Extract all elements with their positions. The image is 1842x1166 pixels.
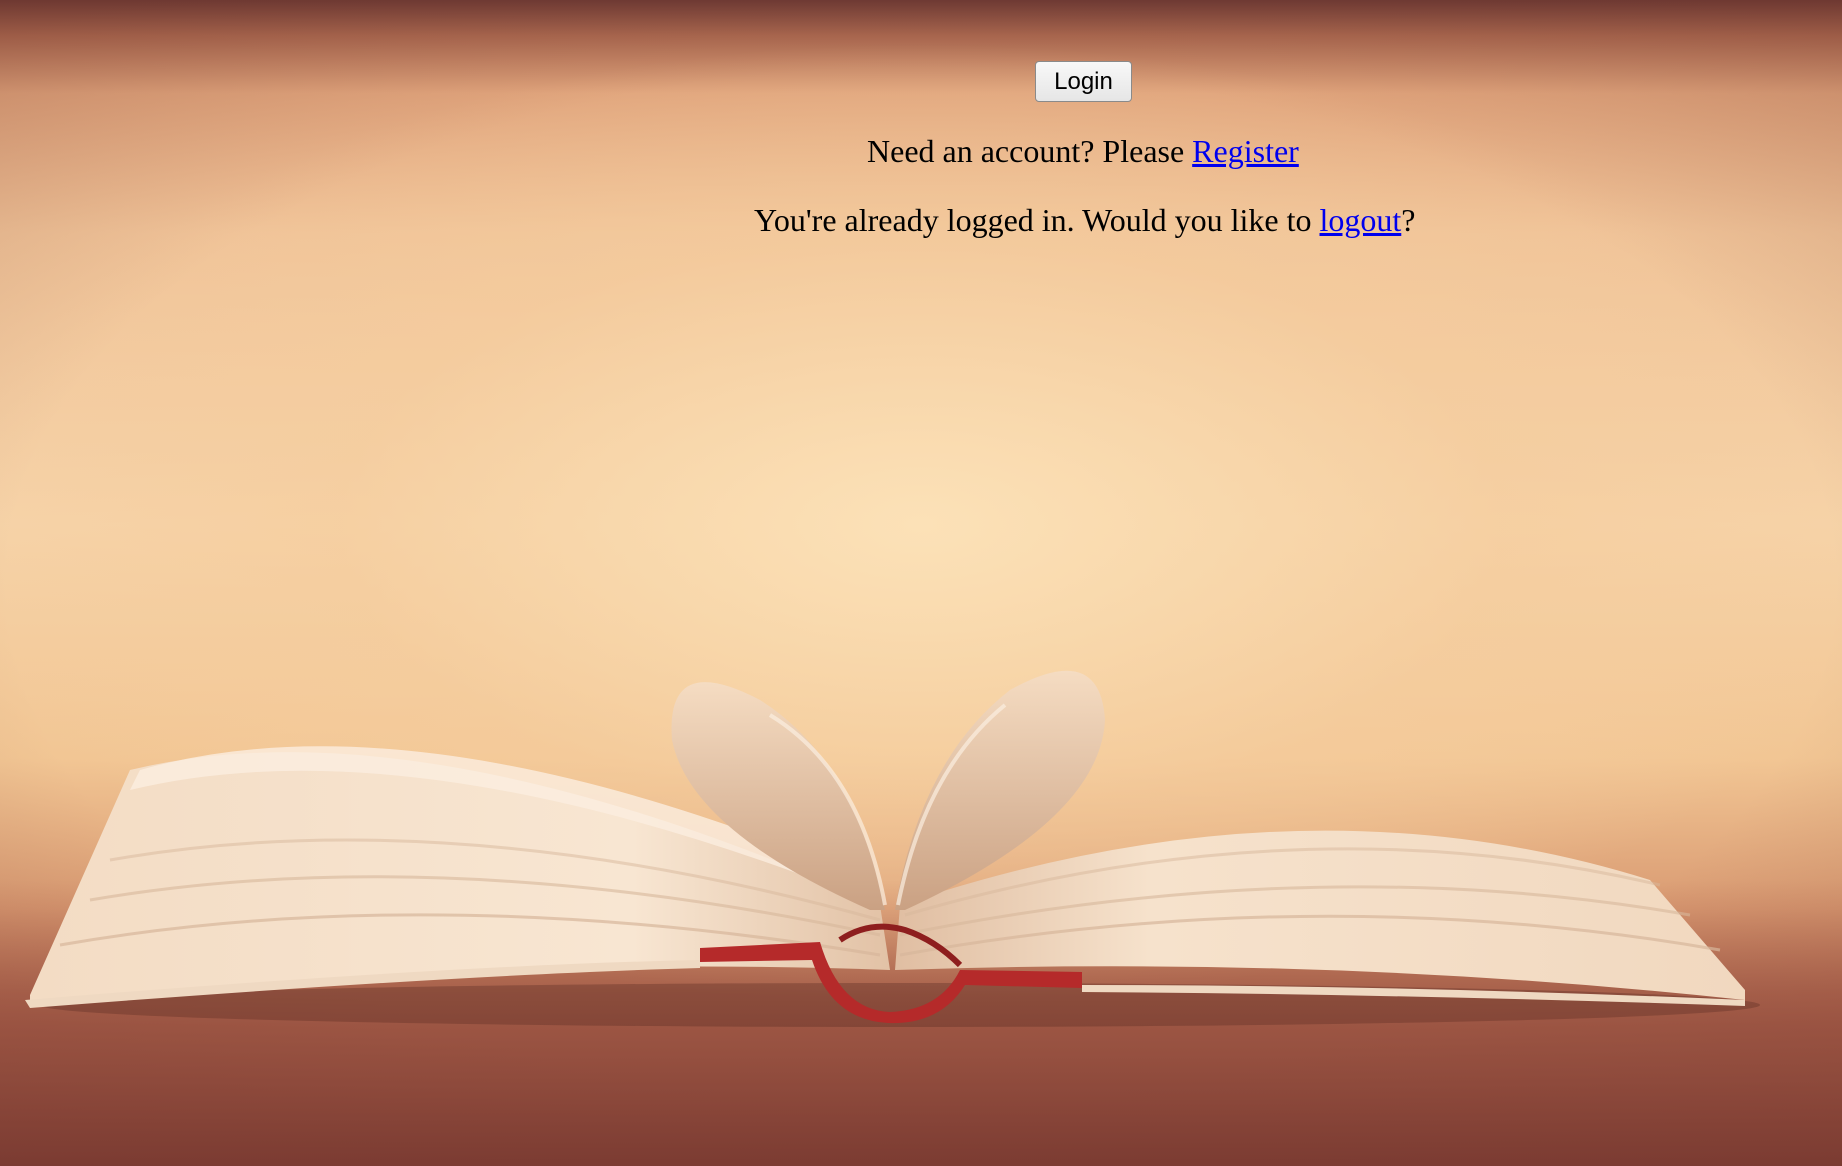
logout-prompt-text: You're already logged in. Would you like…: [754, 202, 1320, 238]
logout-link[interactable]: logout: [1320, 202, 1402, 238]
login-button[interactable]: Login: [1035, 61, 1132, 102]
background-book-image: [0, 670, 1842, 1166]
register-prompt-text: Need an account? Please: [867, 133, 1193, 169]
register-link[interactable]: Register: [1192, 133, 1299, 169]
register-prompt: Need an account? Please Register: [867, 133, 1299, 170]
logout-prompt-suffix: ?: [1401, 202, 1416, 238]
logout-prompt: You're already logged in. Would you like…: [754, 202, 1415, 239]
